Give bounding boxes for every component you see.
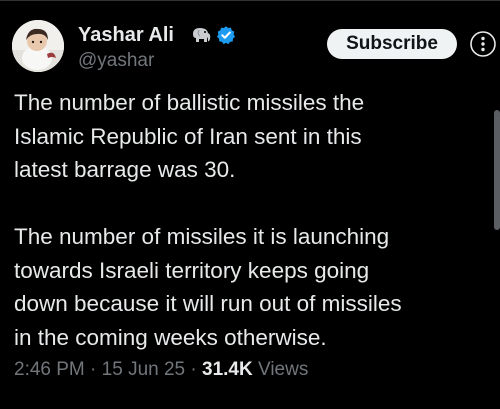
verified-badge-icon [216,25,236,45]
tweet: Yashar Ali @yashar Subscribe The number … [0,0,500,409]
handle[interactable]: @yashar [78,50,154,72]
views-label: Views [258,359,309,380]
display-name[interactable]: Yashar Ali [78,24,174,46]
more-icon[interactable] [470,31,496,57]
scrollbar[interactable] [494,110,500,230]
elephant-icon [190,25,212,45]
meta-separator: · [190,359,197,380]
tweet-paragraph: The number of missiles it is launching t… [14,224,402,350]
avatar-image [12,20,64,72]
views-count: 31.4K [202,359,253,380]
tweet-meta: 2:46 PM · 15 Jun 25 · 31.4K Views [14,358,308,382]
avatar[interactable] [12,20,64,72]
tweet-text: The number of ballistic missiles the Isl… [14,86,484,354]
subscribe-button[interactable]: Subscribe [327,29,457,59]
tweet-paragraph: The number of ballistic missiles the Isl… [14,90,365,182]
meta-separator: · [90,359,97,380]
tweet-date[interactable]: 15 Jun 25 [102,359,185,380]
tweet-time[interactable]: 2:46 PM [14,359,85,380]
